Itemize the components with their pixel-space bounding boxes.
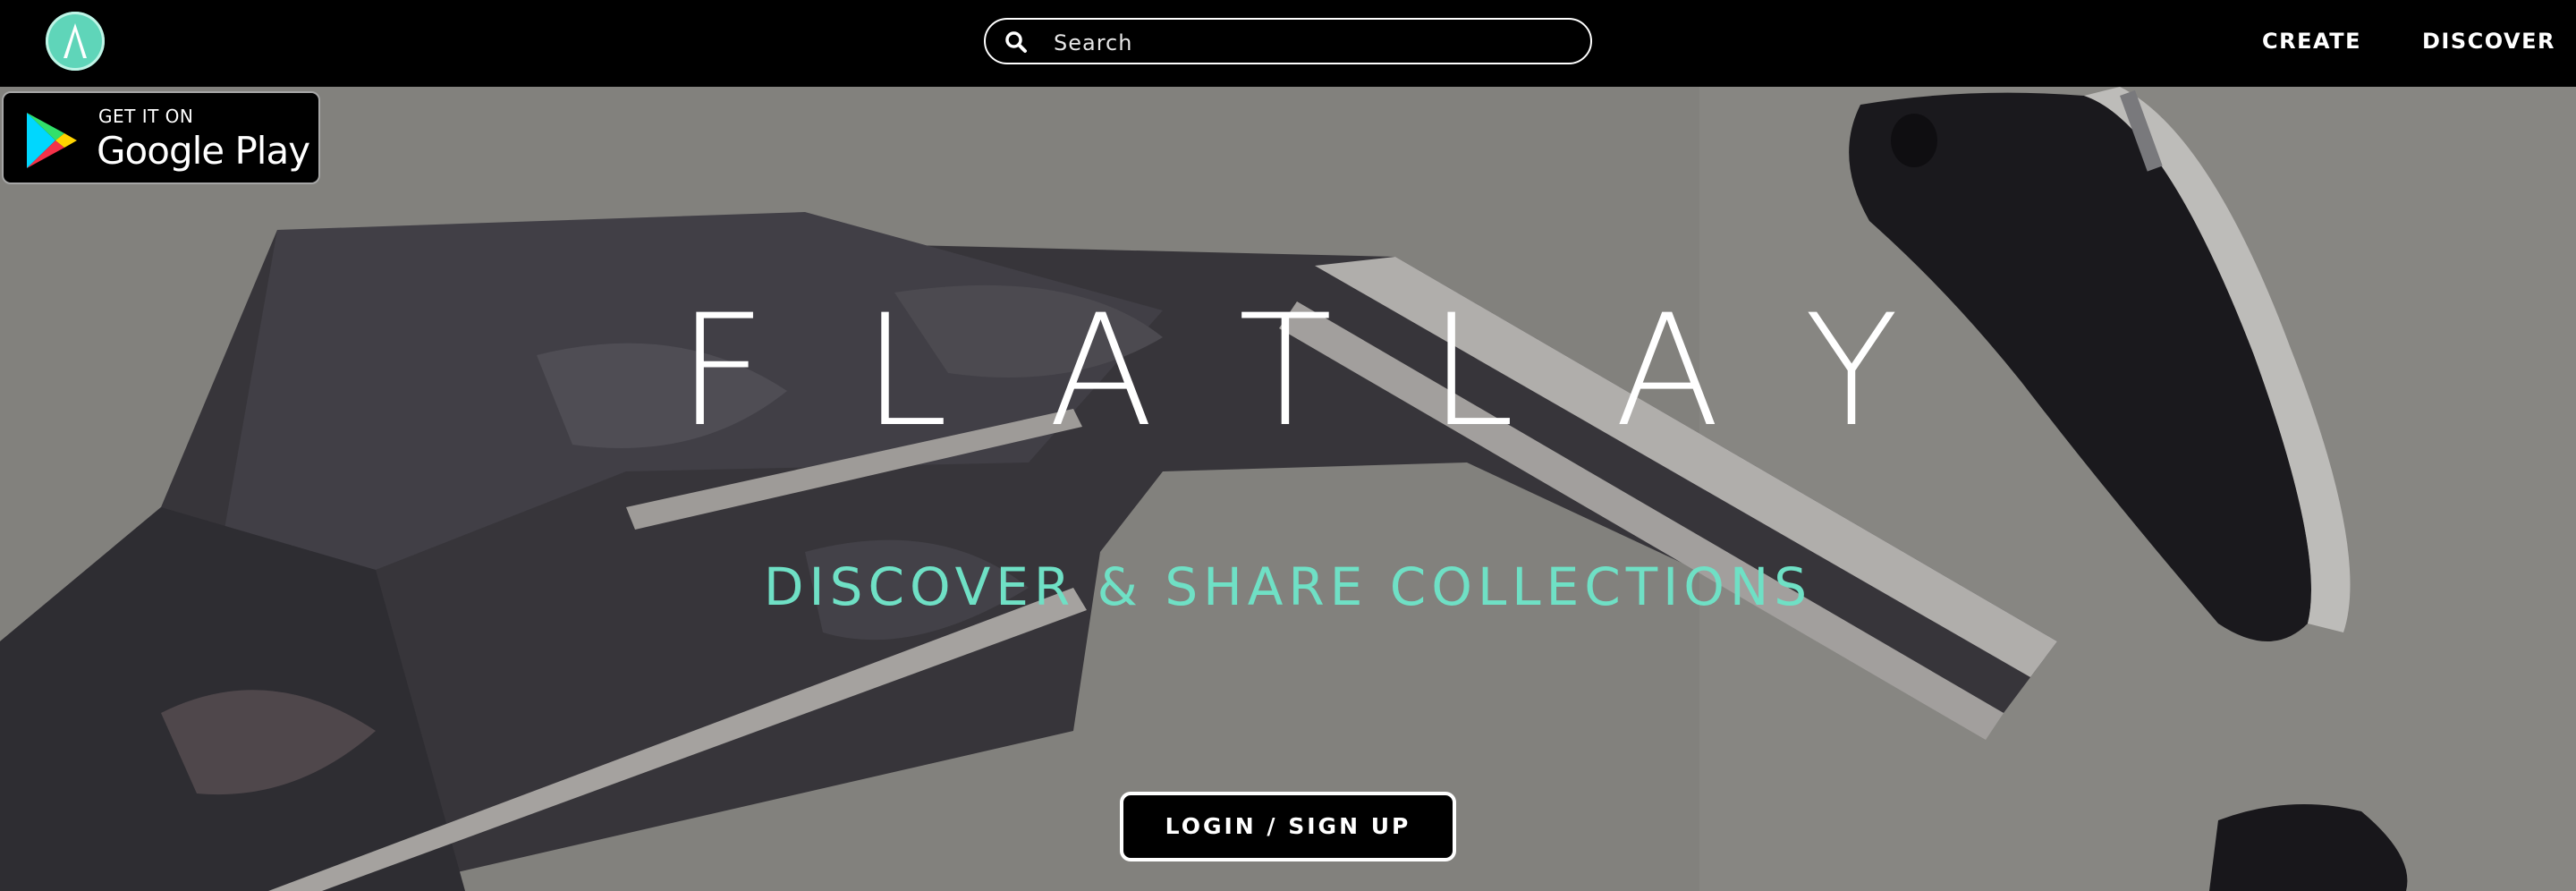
hero-background-image	[0, 87, 2576, 891]
flatlay-logo-icon[interactable]	[46, 12, 105, 71]
hero-tagline: DISCOVER & SHARE COLLECTIONS	[763, 556, 1813, 617]
search-icon[interactable]	[1004, 30, 1029, 55]
create-link[interactable]: CREATE	[2262, 29, 2361, 54]
search-input[interactable]	[1052, 27, 1574, 59]
google-play-get-it-on: GET IT ON	[98, 106, 194, 127]
discover-link[interactable]: DISCOVER	[2422, 29, 2555, 54]
search-bar[interactable]	[984, 18, 1592, 64]
top-navigation-bar: CREATE DISCOVER	[0, 0, 2576, 87]
page: CREATE DISCOVER GET IT ON Google Play	[0, 0, 2576, 891]
hero-section: FLATLAY DISCOVER & SHARE COLLECTIONS LOG…	[0, 87, 2576, 891]
google-play-icon	[27, 113, 77, 168]
google-play-label: Google Play	[97, 129, 310, 173]
google-play-badge[interactable]: GET IT ON Google Play	[2, 91, 320, 184]
login-signup-button[interactable]: LOGIN / SIGN UP	[1120, 792, 1456, 861]
hero-title: FLATLAY	[537, 281, 2039, 461]
hero-title-text: FLATLAY	[677, 281, 1996, 461]
